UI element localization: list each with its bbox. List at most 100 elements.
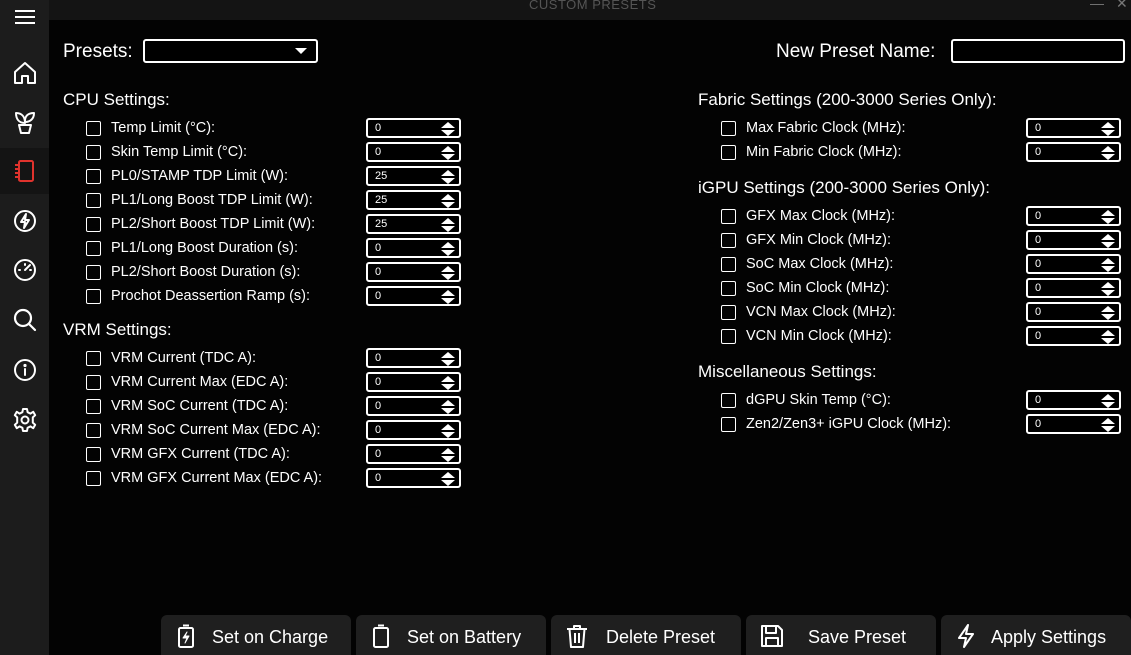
cpu-7-number-input[interactable]: 0: [366, 286, 461, 306]
vrm-2-checkbox[interactable]: [86, 399, 101, 414]
igpu-4-spinner[interactable]: [1100, 305, 1116, 326]
hamburger-menu-button[interactable]: [0, 0, 49, 34]
misc-1-number-input[interactable]: 0: [1026, 414, 1121, 434]
cpu-1-number-input[interactable]: 0: [366, 142, 461, 162]
sidebar-item-settings[interactable]: [0, 397, 49, 443]
igpu-2-checkbox[interactable]: [721, 257, 736, 272]
vrm-0-spinner[interactable]: [440, 351, 456, 372]
igpu-4-number-input[interactable]: 0: [1026, 302, 1121, 322]
sidebar-item-custom-presets[interactable]: [0, 148, 49, 194]
cpu-0-spinner[interactable]: [440, 121, 456, 142]
cpu-6-spinner[interactable]: [440, 265, 456, 286]
cpu-4-checkbox[interactable]: [86, 217, 101, 232]
fabric-0-label: Max Fabric Clock (MHz):: [746, 120, 906, 136]
igpu-3-label: SoC Min Clock (MHz):: [746, 280, 890, 296]
igpu-2-spinner[interactable]: [1100, 257, 1116, 278]
misc-1-spinner[interactable]: [1100, 417, 1116, 438]
igpu-5-number-input[interactable]: 0: [1026, 326, 1121, 346]
cpu-0-number-input[interactable]: 0: [366, 118, 461, 138]
cpu-2-number-input[interactable]: 25: [366, 166, 461, 186]
cpu-2-checkbox[interactable]: [86, 169, 101, 184]
cpu-3-spinner[interactable]: [440, 193, 456, 214]
fabric-0-number-input[interactable]: 0: [1026, 118, 1121, 138]
apply-settings-button[interactable]: Apply Settings: [941, 615, 1131, 655]
vrm-5-checkbox[interactable]: [86, 471, 101, 486]
cpu-1-label: Skin Temp Limit (°C):: [111, 144, 248, 160]
close-button[interactable]: ✕: [1116, 0, 1128, 12]
igpu-2-label: SoC Max Clock (MHz):: [746, 256, 894, 272]
fabric-0-checkbox[interactable]: [721, 121, 736, 136]
cpu-6-number-input[interactable]: 0: [366, 262, 461, 282]
cpu-5-value: 0: [375, 242, 382, 254]
igpu-5-label: VCN Min Clock (MHz):: [746, 328, 892, 344]
delete-preset-button[interactable]: Delete Preset: [551, 615, 741, 655]
misc-0-checkbox[interactable]: [721, 393, 736, 408]
misc-0-spinner[interactable]: [1100, 393, 1116, 414]
save-preset-button[interactable]: Save Preset: [746, 615, 936, 655]
igpu-1-checkbox[interactable]: [721, 233, 736, 248]
cpu-0-checkbox[interactable]: [86, 121, 101, 136]
sidebar-item-home[interactable]: [0, 50, 49, 96]
igpu-1-number-input[interactable]: 0: [1026, 230, 1121, 250]
vrm-1-spinner[interactable]: [440, 375, 456, 396]
vrm-5-spinner[interactable]: [440, 471, 456, 492]
vrm-3-number-input[interactable]: 0: [366, 420, 461, 440]
vrm-1-number-input[interactable]: 0: [366, 372, 461, 392]
igpu-5-spinner[interactable]: [1100, 329, 1116, 350]
minimize-button[interactable]: —: [1090, 0, 1104, 11]
set-on-battery-button[interactable]: Set on Battery: [356, 615, 546, 655]
igpu-0-number-input[interactable]: 0: [1026, 206, 1121, 226]
cpu-7-spinner[interactable]: [440, 289, 456, 310]
set-on-charge-button[interactable]: Set on Charge: [161, 615, 351, 655]
vrm-0-checkbox[interactable]: [86, 351, 101, 366]
igpu-settings-title: iGPU Settings (200-3000 Series Only):: [698, 178, 990, 197]
cpu-4-number-input[interactable]: 25: [366, 214, 461, 234]
cpu-5-checkbox[interactable]: [86, 241, 101, 256]
igpu-3-number-input[interactable]: 0: [1026, 278, 1121, 298]
igpu-1-spinner[interactable]: [1100, 233, 1116, 254]
sidebar-item-power[interactable]: [0, 198, 49, 244]
fabric-0-spinner[interactable]: [1100, 121, 1116, 142]
cpu-3-checkbox[interactable]: [86, 193, 101, 208]
sidebar-item-plant[interactable]: [0, 99, 49, 145]
vrm-3-checkbox[interactable]: [86, 423, 101, 438]
cpu-5-spinner[interactable]: [440, 241, 456, 262]
igpu-0-spinner[interactable]: [1100, 209, 1116, 230]
sidebar-item-search[interactable]: [0, 297, 49, 343]
sidebar-item-performance[interactable]: [0, 247, 49, 293]
igpu-5-checkbox[interactable]: [721, 329, 736, 344]
vrm-4-checkbox[interactable]: [86, 447, 101, 462]
cpu-6-checkbox[interactable]: [86, 265, 101, 280]
spinner-arrows-icon: [441, 424, 455, 438]
spinner-arrows-icon: [1101, 306, 1115, 320]
vrm-1-checkbox[interactable]: [86, 375, 101, 390]
cpu-2-spinner[interactable]: [440, 169, 456, 190]
igpu-4-checkbox[interactable]: [721, 305, 736, 320]
misc-0-number-input[interactable]: 0: [1026, 390, 1121, 410]
cpu-5-number-input[interactable]: 0: [366, 238, 461, 258]
presets-dropdown[interactable]: [143, 39, 318, 63]
fabric-1-spinner[interactable]: [1100, 145, 1116, 166]
vrm-4-spinner[interactable]: [440, 447, 456, 468]
new-preset-name-input[interactable]: [951, 39, 1125, 63]
cpu-1-spinner[interactable]: [440, 145, 456, 166]
fabric-1-checkbox[interactable]: [721, 145, 736, 160]
sidebar-item-info[interactable]: [0, 347, 49, 393]
new-preset-name-label: New Preset Name:: [776, 41, 936, 62]
vrm-0-number-input[interactable]: 0: [366, 348, 461, 368]
igpu-0-checkbox[interactable]: [721, 209, 736, 224]
igpu-2-number-input[interactable]: 0: [1026, 254, 1121, 274]
igpu-3-checkbox[interactable]: [721, 281, 736, 296]
cpu-3-number-input[interactable]: 25: [366, 190, 461, 210]
vrm-2-number-input[interactable]: 0: [366, 396, 461, 416]
vrm-2-spinner[interactable]: [440, 399, 456, 420]
misc-1-checkbox[interactable]: [721, 417, 736, 432]
cpu-1-checkbox[interactable]: [86, 145, 101, 160]
vrm-4-number-input[interactable]: 0: [366, 444, 461, 464]
igpu-3-spinner[interactable]: [1100, 281, 1116, 302]
vrm-3-spinner[interactable]: [440, 423, 456, 444]
cpu-7-checkbox[interactable]: [86, 289, 101, 304]
cpu-4-spinner[interactable]: [440, 217, 456, 238]
vrm-5-number-input[interactable]: 0: [366, 468, 461, 488]
fabric-1-number-input[interactable]: 0: [1026, 142, 1121, 162]
